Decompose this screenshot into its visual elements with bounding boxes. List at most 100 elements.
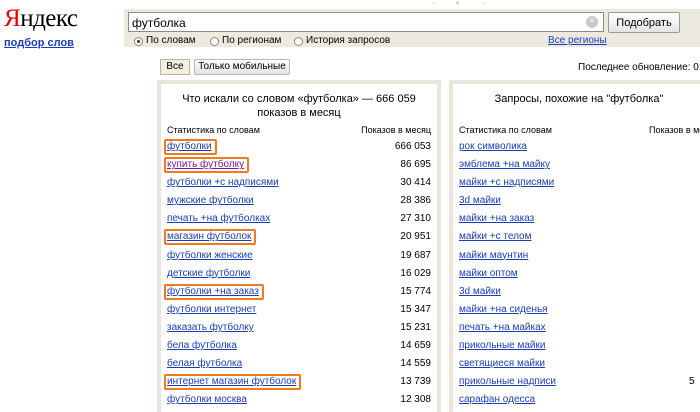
impressions-count: 27 310 (400, 213, 431, 225)
impressions-count: 14 659 (400, 340, 431, 352)
left-col-phrase-header: Статистика по словам (167, 125, 260, 135)
table-row: майки оптом (453, 265, 700, 283)
filter-all-tab[interactable]: Все (160, 59, 190, 75)
highlight-box (164, 283, 264, 300)
impressions-count: 20 951 (400, 231, 431, 243)
table-row: футболки москва 12 308 (161, 391, 437, 409)
keyword-link[interactable]: печать +на футболках (167, 213, 270, 225)
keyword-link[interactable]: майки маунтин (459, 250, 528, 262)
left-results-panel: Что искали со словом «футболка» — 666 05… (157, 80, 441, 412)
right-col-count-header: Показов в месяц (649, 125, 700, 135)
top-icon-1: ◦ (432, 0, 436, 8)
keyword-link[interactable]: прикольные майки (459, 340, 545, 352)
table-row: рок символика (453, 138, 700, 156)
highlight-box (164, 139, 217, 155)
impressions-count: 13 739 (400, 376, 431, 388)
table-row: сарафан одесса (453, 391, 700, 409)
impressions-count: 16 029 (400, 267, 431, 279)
impressions-count: 666 053 (394, 141, 431, 152)
mode-label: По регионам (222, 35, 282, 46)
mode-by-regions[interactable]: По регионам (210, 35, 281, 47)
search-input[interactable] (128, 12, 604, 32)
left-rows: футболки 666 053 купить футболку 86 695 футб… (161, 138, 437, 409)
yandex-logo[interactable]: Яндекс (4, 5, 78, 33)
table-row: эмблема +на майку (453, 156, 700, 174)
table-row: печать +на футболках 27 310 (161, 210, 437, 228)
table-row: купить футболку 86 695 (161, 156, 437, 174)
table-row: магазин футболок 20 951 (161, 228, 437, 246)
table-row: прикольные надписи 5 (453, 373, 700, 391)
radio-icon[interactable] (210, 36, 219, 46)
table-row: интернет магазин футболок 13 739 (161, 373, 437, 391)
submit-button[interactable]: Подобрать (608, 12, 680, 33)
mode-by-words[interactable]: По словам (134, 35, 196, 47)
mode-label: История запросов (306, 35, 391, 46)
impressions-count: 5 (689, 376, 695, 388)
table-row: майки +на сиденья (453, 301, 700, 319)
highlight-box (164, 157, 249, 174)
keyword-link[interactable]: футболки женские (167, 250, 253, 262)
table-row: майки маунтин (453, 247, 700, 265)
keyword-link[interactable]: майки +на сиденья (459, 304, 548, 316)
keyword-link[interactable]: футболки +с надписями (167, 177, 279, 189)
keyword-link[interactable]: мужские футболки (167, 195, 254, 207)
impressions-count: 15 231 (400, 321, 431, 333)
table-row: бела футболка 14 659 (161, 337, 437, 355)
table-row: детские футболки 16 029 (161, 265, 437, 283)
mode-history[interactable]: История запросов (294, 35, 390, 47)
radio-icon[interactable] (134, 36, 143, 46)
table-row: майки +с телом (453, 228, 700, 246)
table-row: прикольные майки (453, 337, 700, 355)
table-row: заказать футболку 15 231 (161, 319, 437, 337)
clear-icon[interactable]: × (586, 16, 598, 28)
mode-label: По словам (146, 35, 196, 46)
table-row: майки +с надписями (453, 174, 700, 192)
right-col-phrase-header: Статистика по словам (459, 125, 552, 135)
top-icons: ◦ • ◦ (432, 0, 492, 8)
table-row: футболки 666 053 (161, 138, 437, 156)
keyword-link[interactable]: прикольные надписи (459, 376, 556, 388)
top-icon-2: • (456, 0, 460, 8)
all-regions-link[interactable]: Все регионы (548, 35, 607, 47)
table-row: 3d майки (453, 192, 700, 210)
table-row: 3d майки (453, 283, 700, 301)
left-col-count-header: Показов в месяц (361, 125, 431, 135)
top-icon-3: ◦ (482, 0, 486, 8)
keyword-link[interactable]: рок символика (459, 141, 527, 153)
table-row: футболки женские 19 687 (161, 247, 437, 265)
table-row: футболки +с надписями 30 414 (161, 174, 437, 192)
table-row: футболки интернет 15 347 (161, 301, 437, 319)
table-row: мужские футболки 28 386 (161, 192, 437, 210)
right-rows: рок символика эмблема +на майку майки +с н… (453, 138, 700, 409)
filter-mobile-button[interactable]: Только мобильные (194, 59, 290, 75)
right-panel-title: Запросы, похожие на "футболка" (494, 93, 664, 105)
table-row: майки +на заказ (453, 210, 700, 228)
keyword-link[interactable]: сарафан одесса (459, 394, 535, 406)
keyword-link[interactable]: майки +с телом (459, 231, 531, 243)
last-update-text: Последнее обновление: 01. (578, 62, 700, 73)
highlight-box (164, 229, 256, 246)
keyword-link[interactable]: 3d майки (459, 286, 501, 298)
impressions-count: 14 559 (400, 358, 431, 370)
keyword-link[interactable]: 3d майки (459, 195, 501, 207)
keyword-link[interactable]: футболки москва (167, 394, 247, 406)
keyword-link[interactable]: белая футболка (167, 358, 242, 370)
keyword-link[interactable]: майки оптом (459, 268, 518, 280)
left-panel-title: Что искали со словом «футболка» — 666 05… (182, 93, 416, 119)
keyword-link[interactable]: футболки интернет (167, 304, 256, 316)
right-results-panel: Запросы, похожие на "футболка" Статистик… (449, 80, 700, 412)
keyword-link[interactable]: светящиеся майки (459, 358, 545, 370)
keyword-link[interactable]: эмблема +на майку (459, 159, 550, 171)
keyword-link[interactable]: печать +на майках (459, 322, 546, 334)
keyword-link[interactable]: майки +на заказ (459, 213, 534, 225)
keyword-link[interactable]: бела футболка (167, 340, 237, 352)
radio-icon[interactable] (294, 36, 303, 46)
wordstat-link[interactable]: подбор слов (4, 37, 74, 49)
impressions-count: 15 347 (400, 303, 431, 315)
keyword-link[interactable]: майки +с надписями (459, 177, 554, 189)
table-row: белая футболка 14 559 (161, 355, 437, 373)
keyword-link[interactable]: заказать футболку (167, 322, 254, 334)
keyword-link[interactable]: детские футболки (167, 268, 250, 280)
highlight-box (164, 374, 301, 391)
impressions-count: 86 695 (400, 159, 431, 171)
